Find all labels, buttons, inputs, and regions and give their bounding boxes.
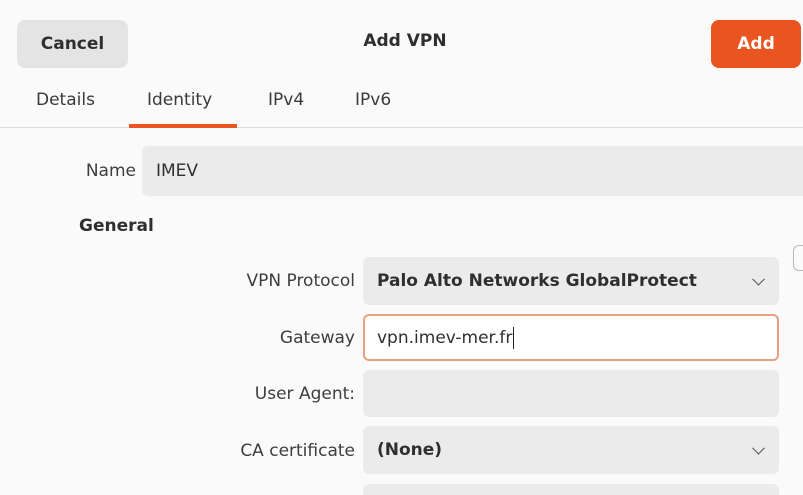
name-label: Name: [85, 161, 136, 181]
chevron-down-icon: [752, 441, 765, 455]
vpn-protocol-label: VPN Protocol: [246, 271, 355, 291]
gateway-value: vpn.imev-mer.fr: [377, 327, 513, 348]
text-cursor: [513, 326, 515, 349]
name-value: IMEV: [156, 161, 199, 181]
dialog-title: Add VPN: [363, 31, 447, 51]
vpn-protocol-dropdown[interactable]: Palo Alto Networks GlobalProtect: [363, 257, 779, 305]
add-button[interactable]: Add: [711, 20, 801, 68]
gateway-input[interactable]: vpn.imev-mer.fr: [363, 314, 779, 361]
next-field-partial[interactable]: [363, 484, 779, 495]
chevron-down-icon: [752, 272, 765, 286]
checkbox[interactable]: [793, 245, 803, 271]
ca-certificate-value: (None): [377, 440, 443, 460]
tab-ipv6[interactable]: IPv6: [355, 90, 391, 110]
gateway-label: Gateway: [279, 328, 355, 348]
add-vpn-dialog: Cancel Add VPN Add Details Identity IPv4…: [0, 0, 803, 495]
name-field[interactable]: IMEV: [142, 146, 803, 196]
cancel-button[interactable]: Cancel: [17, 20, 128, 68]
user-agent-input[interactable]: [363, 370, 779, 417]
section-general-heading: General: [79, 216, 154, 236]
header-bar: Cancel Add VPN Add: [0, 0, 803, 80]
identity-panel: Name IMEV General VPN Protocol Palo Alto…: [0, 128, 803, 495]
ca-certificate-dropdown[interactable]: (None): [363, 426, 779, 474]
vpn-protocol-value: Palo Alto Networks GlobalProtect: [377, 271, 697, 291]
tab-bar: Details Identity IPv4 IPv6: [0, 80, 803, 128]
ca-certificate-label: CA certificate: [240, 441, 355, 461]
user-agent-label: User Agent:: [254, 384, 355, 404]
tab-ipv4[interactable]: IPv4: [268, 90, 304, 110]
tab-identity[interactable]: Identity: [147, 90, 212, 110]
tab-details[interactable]: Details: [36, 90, 95, 110]
